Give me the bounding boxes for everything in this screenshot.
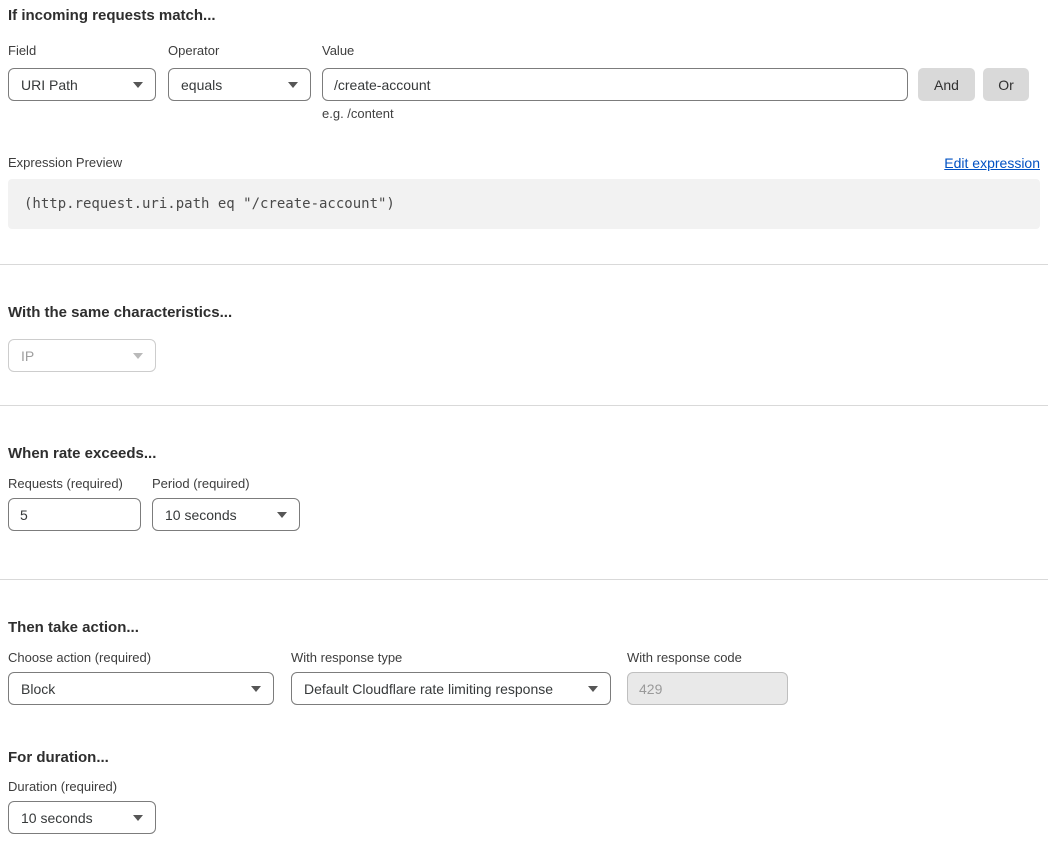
caret-down-icon [133, 815, 143, 821]
rate-limiting-rule-form: If incoming requests match... Field Oper… [0, 6, 1048, 229]
match-controls-row: URI Path equals And Or [8, 68, 1040, 101]
edit-expression-link[interactable]: Edit expression [944, 155, 1040, 171]
expression-preview-box: (http.request.uri.path eq "/create-accou… [8, 179, 1040, 229]
rate-labels-row: Requests (required) Period (required) [8, 476, 1040, 492]
period-select[interactable]: 10 seconds [152, 498, 300, 531]
operator-select[interactable]: equals [168, 68, 311, 101]
section-title-rate: When rate exceeds... [8, 444, 1040, 464]
requests-input[interactable] [8, 498, 141, 531]
caret-down-icon [288, 82, 298, 88]
and-button[interactable]: And [918, 68, 975, 101]
section-title-duration: For duration... [8, 748, 1040, 768]
response-code-input [627, 672, 788, 705]
section-divider [0, 405, 1048, 406]
field-select-value: URI Path [21, 77, 78, 93]
expression-preview-header: Expression Preview Edit expression [8, 155, 1040, 171]
section-title-characteristics: With the same characteristics... [8, 303, 1040, 323]
requests-label: Requests (required) [8, 476, 152, 492]
or-button[interactable]: Or [983, 68, 1029, 101]
caret-down-icon [588, 686, 598, 692]
caret-down-icon [251, 686, 261, 692]
choose-action-label: Choose action (required) [8, 650, 291, 666]
section-divider [0, 579, 1048, 580]
section-divider [0, 264, 1048, 265]
section-title-incoming-requests: If incoming requests match... [8, 6, 1040, 26]
value-helper-text: e.g. /content [322, 106, 1040, 122]
response-type-label: With response type [291, 650, 627, 666]
characteristic-select: IP [8, 339, 156, 372]
period-select-value: 10 seconds [165, 507, 237, 523]
duration-labels-row: Duration (required) [8, 779, 1040, 795]
caret-down-icon [133, 82, 143, 88]
operator-select-value: equals [181, 77, 222, 93]
value-input[interactable] [322, 68, 908, 101]
field-label: Field [8, 43, 156, 59]
value-label: Value [322, 43, 908, 59]
choose-action-select-value: Block [21, 681, 55, 697]
caret-down-icon [277, 512, 287, 518]
characteristic-select-value: IP [21, 348, 34, 364]
caret-down-icon [133, 353, 143, 359]
duration-label: Duration (required) [8, 779, 117, 795]
period-label: Period (required) [152, 476, 300, 492]
choose-action-select[interactable]: Block [8, 672, 274, 705]
action-controls-row: Block Default Cloudflare rate limiting r… [8, 672, 1040, 705]
rate-controls-row: 10 seconds [8, 498, 1040, 531]
response-type-select[interactable]: Default Cloudflare rate limiting respons… [291, 672, 611, 705]
duration-select-value: 10 seconds [21, 810, 93, 826]
field-select[interactable]: URI Path [8, 68, 156, 101]
duration-controls-row: 10 seconds [8, 801, 1040, 834]
duration-select[interactable]: 10 seconds [8, 801, 156, 834]
match-labels-row: Field Operator Value [8, 43, 1040, 59]
response-type-select-value: Default Cloudflare rate limiting respons… [304, 681, 553, 697]
response-code-label: With response code [627, 650, 742, 666]
expression-preview-label: Expression Preview [8, 155, 122, 171]
section-title-action: Then take action... [8, 618, 1040, 638]
expression-code: (http.request.uri.path eq "/create-accou… [24, 196, 395, 212]
action-labels-row: Choose action (required) With response t… [8, 650, 1040, 666]
operator-label: Operator [168, 43, 311, 59]
